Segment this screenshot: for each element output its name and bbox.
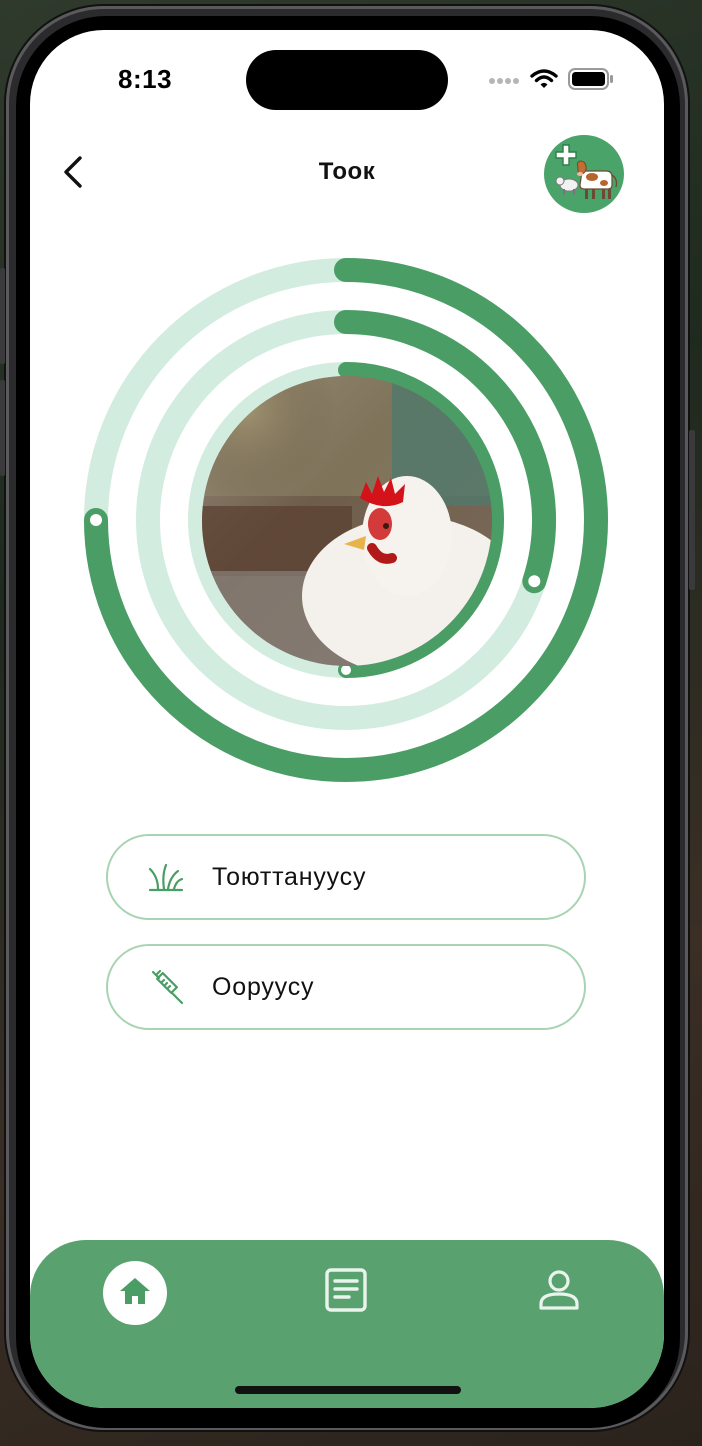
- feeding-label: Тоюттануусу: [212, 862, 367, 891]
- tab-records[interactable]: [320, 1267, 372, 1317]
- bottom-tab-bar: [30, 1240, 664, 1408]
- tab-profile[interactable]: [532, 1268, 586, 1316]
- chicken-photo: [202, 376, 492, 666]
- home-indicator: [235, 1386, 461, 1394]
- grass-icon: [146, 857, 186, 897]
- document-icon: [324, 1267, 368, 1317]
- disease-button[interactable]: Ооруусу: [106, 944, 586, 1030]
- inner-ring-knob: [341, 665, 351, 675]
- tab-home[interactable]: [103, 1261, 167, 1325]
- feeding-button[interactable]: Тоюттануусу: [106, 834, 586, 920]
- home-icon: [118, 1276, 152, 1311]
- power-button: [689, 430, 695, 590]
- volume-up-button: [0, 268, 5, 364]
- disease-label: Ооруусу: [212, 972, 315, 1001]
- syringe-icon: [146, 967, 186, 1007]
- app-screen: 8:13 Тоок Тоюттануусу Ооруусу: [30, 30, 664, 1408]
- volume-down-button: [0, 380, 5, 476]
- outer-ring-knob: [90, 514, 102, 526]
- middle-ring-knob: [528, 575, 541, 588]
- profile-icon: [538, 1269, 580, 1316]
